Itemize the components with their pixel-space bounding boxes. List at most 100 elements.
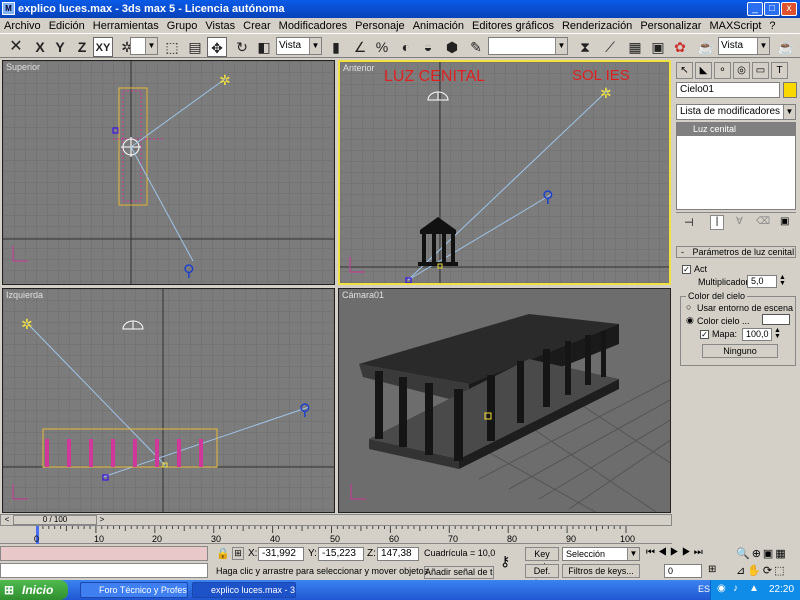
selection-filter-dropdown[interactable]: ▼	[130, 37, 158, 55]
render-scene-icon[interactable]: ☕	[696, 37, 716, 57]
start-button[interactable]: ⊞ Inicio	[0, 580, 68, 600]
menu-renderizacion[interactable]: Renderización	[558, 20, 636, 32]
multiplier-spinner[interactable]: 5,0	[747, 275, 777, 288]
act-checkbox[interactable]: ✓	[682, 265, 691, 274]
key-selection-dropdown[interactable]: Selección ▼	[562, 547, 640, 561]
timeline-ruler[interactable]: 0 10 20 30 40 50 60 70 80 90 100	[0, 526, 672, 544]
sky-color-swatch[interactable]	[762, 314, 790, 325]
axis-z-button[interactable]: Z	[72, 37, 92, 57]
time-slider[interactable]: < 0 / 100 >	[0, 514, 672, 526]
viewport-label[interactable]: Anterior	[343, 63, 375, 73]
spinner-arrows-icon[interactable]: ▲ ▼	[774, 327, 781, 340]
tray-network-icon[interactable]: ◉	[717, 583, 726, 594]
next-frame-button[interactable]: >	[97, 515, 107, 525]
play-icon[interactable]: ▶	[670, 547, 682, 558]
menu-vistas[interactable]: Vistas	[201, 20, 239, 32]
key-filters-button[interactable]: Filtros de keys...	[562, 564, 640, 578]
render-type-dropdown[interactable]: Vista ▼	[718, 37, 770, 55]
x-coordinate-field[interactable]: -31,992	[258, 547, 304, 561]
fov-icon[interactable]: ⊿	[736, 565, 747, 577]
zoom-icon[interactable]: 🔍	[736, 548, 752, 560]
set-key-icon[interactable]: ⚷	[500, 553, 510, 570]
menu-grupo[interactable]: Grupo	[163, 20, 202, 32]
zoom-extents-icon[interactable]: ▣	[763, 548, 775, 560]
named-selection-icon[interactable]: ◒	[418, 37, 438, 57]
reference-coordinate-dropdown[interactable]: Vista ▼	[276, 37, 322, 55]
menu-herramientas[interactable]: Herramientas	[89, 20, 163, 32]
scale-icon[interactable]: ◧	[254, 37, 274, 57]
tray-security-icon[interactable]: ▲	[749, 583, 759, 594]
display-tab-icon[interactable]: ▭	[752, 62, 769, 79]
align-icon[interactable]: ⟋	[600, 37, 620, 57]
rollout-header[interactable]: - Parámetros de luz cenital	[676, 246, 796, 258]
viewport-label[interactable]: Superior	[6, 62, 40, 72]
auto-key-button[interactable]: Key auto	[525, 547, 559, 571]
zoom-all-icon[interactable]: ⊕	[752, 548, 763, 560]
time-config-icon[interactable]: ⊞	[708, 564, 716, 575]
map-checkbox[interactable]: ✓	[700, 330, 709, 339]
viewport-label[interactable]: Izquierda	[6, 290, 43, 300]
map-spinner[interactable]: 100,0	[742, 328, 772, 341]
viewport-label[interactable]: Cámara01	[342, 290, 384, 300]
pivot-center-icon[interactable]: ▮	[326, 37, 346, 57]
pin-stack-icon[interactable]: ⊣	[684, 216, 694, 229]
goto-end-icon[interactable]: ⏭	[694, 547, 706, 558]
modify-tab-icon[interactable]: ◣	[695, 62, 712, 79]
none-map-button[interactable]: Ninguno	[702, 344, 778, 358]
mirror-icon[interactable]: ⧗	[575, 37, 595, 57]
edit-named-sets-icon[interactable]: ⬢	[442, 37, 462, 57]
language-indicator[interactable]: ES	[698, 584, 710, 594]
percent-snap-icon[interactable]: %	[372, 37, 392, 57]
prev-frame-button[interactable]: <	[2, 515, 12, 525]
maxscript-listener[interactable]	[0, 546, 208, 561]
menu-help[interactable]: ?	[765, 20, 779, 32]
zoom-extents-all-icon[interactable]: ▦	[775, 548, 787, 560]
select-link-icon[interactable]: ✕	[6, 37, 26, 57]
show-end-result-icon[interactable]: |	[710, 215, 724, 230]
next-key-icon[interactable]: ▶	[682, 547, 694, 558]
create-tab-icon[interactable]: ↖	[676, 62, 693, 79]
material-editor-icon[interactable]: ✿	[670, 37, 690, 57]
menu-modificadores[interactable]: Modificadores	[275, 20, 351, 32]
select-by-name-icon[interactable]: ▤	[185, 37, 205, 57]
add-time-tag-button[interactable]: Añadir señal de tiem	[424, 566, 494, 579]
absolute-mode-icon[interactable]: ⊞	[232, 547, 244, 560]
remove-modifier-icon[interactable]: ⌫	[756, 216, 770, 227]
viewport-top[interactable]: Superior ✲ ⚲	[2, 60, 335, 285]
time-slider-thumb[interactable]: 0 / 100	[13, 515, 97, 525]
utilities-tab-icon[interactable]: T	[771, 62, 788, 79]
axis-xy-button[interactable]: XY	[93, 37, 113, 57]
goto-start-icon[interactable]: ⏮	[646, 547, 658, 558]
set-key-button[interactable]: Def. key	[525, 564, 559, 588]
lock-selection-icon[interactable]: 🔒	[216, 547, 230, 560]
maximize-button[interactable]: □	[764, 2, 780, 16]
tray-speaker-icon[interactable]: ♪	[733, 583, 738, 594]
named-selection-sets-dropdown[interactable]: ▼	[488, 37, 568, 55]
angle-snap-icon[interactable]: ∠	[350, 37, 370, 57]
select-object-icon[interactable]: ⬚	[162, 37, 182, 57]
move-icon[interactable]: ✥	[207, 37, 227, 57]
make-unique-icon[interactable]: ∀	[736, 216, 743, 227]
maximize-viewport-icon[interactable]: ⬚	[774, 565, 786, 577]
viewport-front[interactable]: Anterior ✲ ⚲ LUZ CENITAL SOL IES	[338, 60, 671, 285]
maxscript-mini-input[interactable]	[0, 563, 208, 578]
y-coordinate-field[interactable]: -15,223	[318, 547, 364, 561]
spinner-arrows-icon[interactable]: ▲ ▼	[779, 274, 786, 287]
menu-edicion[interactable]: Edición	[45, 20, 89, 32]
hierarchy-tab-icon[interactable]: ⚬	[714, 62, 731, 79]
menu-animacion[interactable]: Animación	[409, 20, 468, 32]
abc-icon[interactable]: ✎	[466, 37, 486, 57]
task-3dsmax[interactable]: explico luces.max - 3...	[192, 582, 296, 598]
modifier-list-dropdown[interactable]: Lista de modificadores ▼	[676, 104, 796, 120]
menu-crear[interactable]: Crear	[239, 20, 275, 32]
object-color-swatch[interactable]	[783, 82, 797, 98]
spinner-snap-icon[interactable]: ◐	[396, 37, 416, 57]
prev-key-icon[interactable]: ◀	[658, 547, 670, 558]
menu-personaje[interactable]: Personaje	[351, 20, 409, 32]
schematic-view-icon[interactable]: ▣	[648, 37, 668, 57]
rotate-icon[interactable]: ↻	[232, 37, 252, 57]
menu-personalizar[interactable]: Personalizar	[636, 20, 705, 32]
configure-sets-icon[interactable]: ▣	[780, 216, 789, 227]
pan-icon[interactable]: ✋	[747, 565, 763, 577]
viewport-camera[interactable]: Cámara01	[338, 288, 671, 513]
